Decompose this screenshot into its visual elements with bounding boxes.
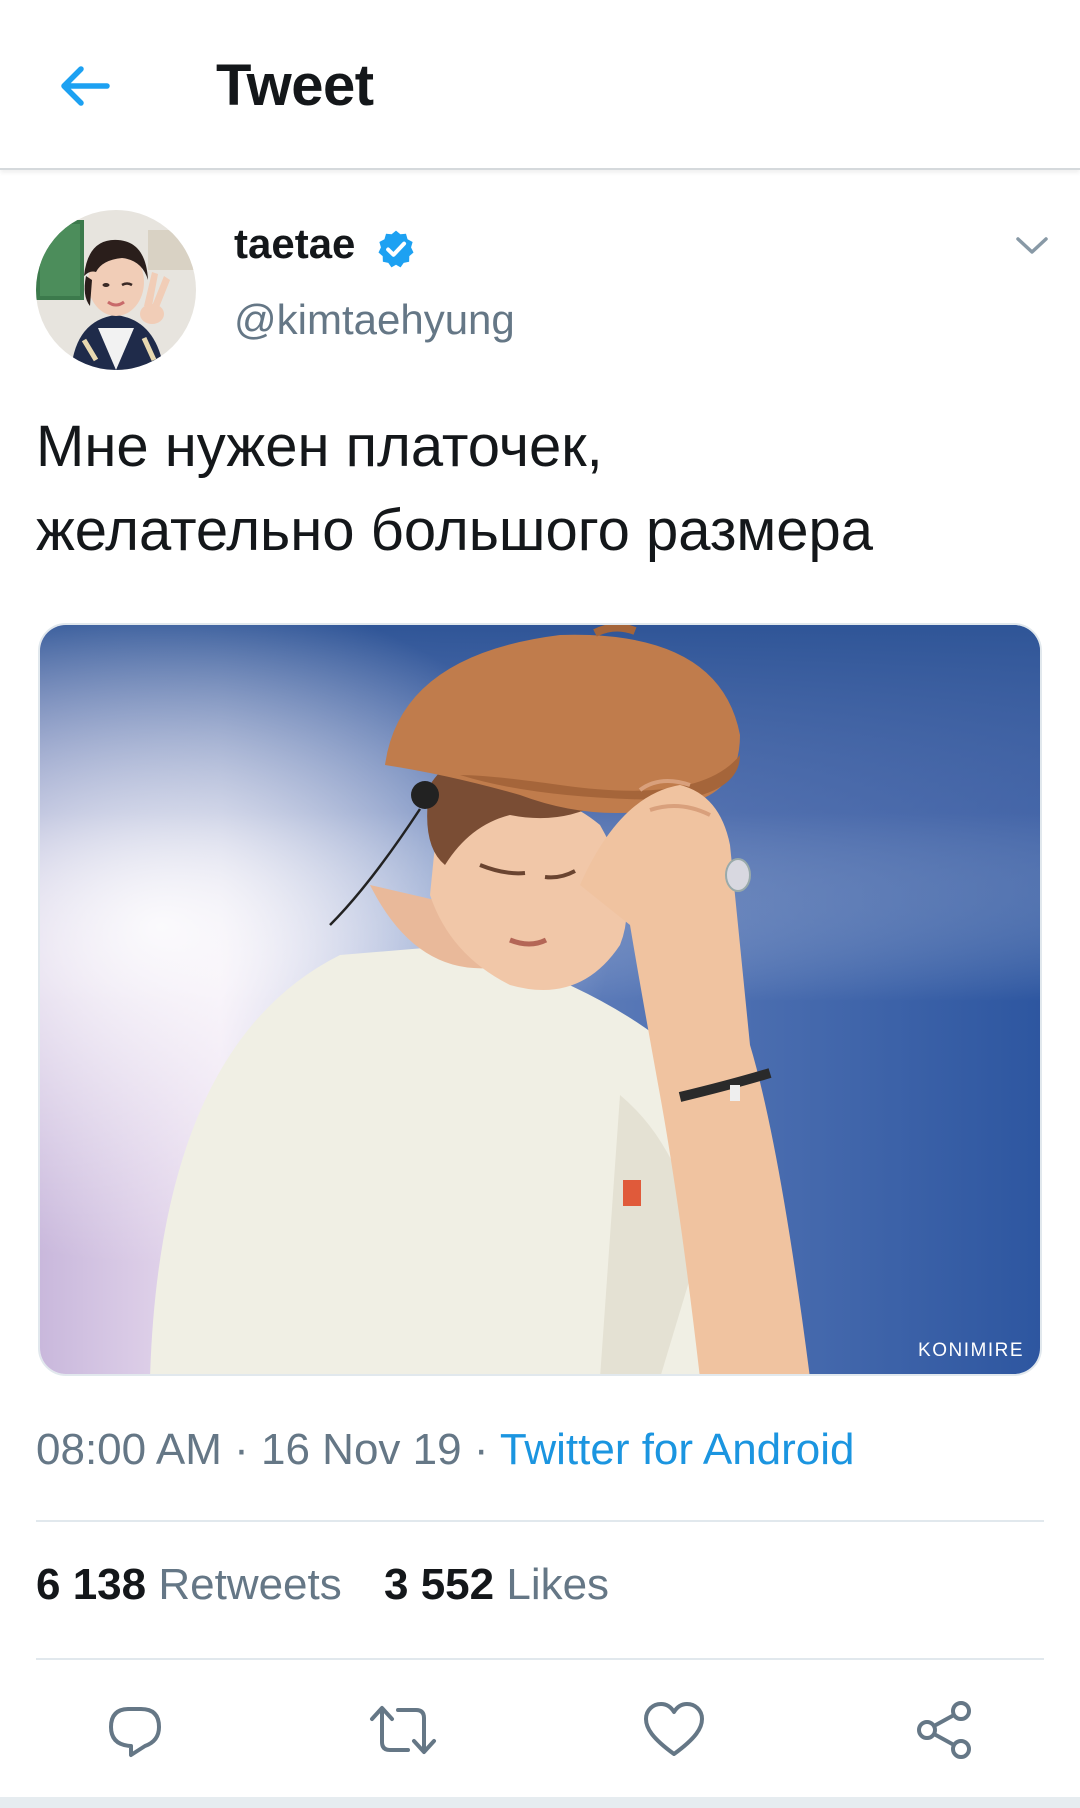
arrow-left-icon — [61, 66, 110, 106]
top-app-bar: Tweet — [0, 0, 1080, 170]
tweet-menu-button[interactable] — [1004, 226, 1060, 266]
author-display-name[interactable]: taetae — [234, 220, 355, 268]
likes-count: 3 552 — [384, 1560, 495, 1609]
bottom-separator — [0, 1797, 1080, 1808]
tweet-date: 16 Nov 19 — [261, 1425, 462, 1474]
likes-stat[interactable]: 3 552 Likes — [384, 1560, 609, 1610]
tweet-source-link[interactable]: Twitter for Android — [500, 1425, 855, 1474]
divider — [36, 1658, 1044, 1660]
retweets-count: 6 138 — [36, 1560, 147, 1609]
share-icon — [917, 1701, 971, 1759]
retweet-icon — [370, 1706, 436, 1754]
likes-label: Likes — [506, 1560, 610, 1609]
chevron-down-icon — [1016, 237, 1048, 254]
tweet-stats: 6 138 Retweets 3 552 Likes — [36, 1560, 639, 1610]
share-button[interactable] — [905, 1690, 985, 1770]
verified-badge-icon — [378, 230, 414, 268]
divider — [36, 1520, 1044, 1522]
retweets-stat[interactable]: 6 138 Retweets — [36, 1560, 342, 1610]
tweet-time: 08:00 AM — [36, 1425, 222, 1474]
photo-watermark: KONIMIRE — [918, 1340, 1024, 1361]
tweet-meta: 08:00 AM · 16 Nov 19 · Twitter for Andro… — [36, 1425, 855, 1475]
meta-separator: · — [221, 1425, 262, 1474]
back-button[interactable] — [48, 50, 120, 122]
tweet-text: Мне нужен платочек, желательно большого … — [36, 414, 874, 563]
tweet-photo[interactable]: KONIMIRE — [38, 623, 1042, 1376]
heart-icon — [644, 1702, 704, 1756]
action-bar — [0, 1690, 1080, 1770]
retweet-button[interactable] — [363, 1690, 443, 1770]
like-button[interactable] — [634, 1690, 714, 1770]
reply-icon — [109, 1707, 161, 1757]
page-title: Tweet — [216, 53, 374, 118]
reply-button[interactable] — [95, 1690, 175, 1770]
retweets-label: Retweets — [158, 1560, 342, 1609]
author-handle[interactable]: @kimtaehyung — [234, 296, 515, 344]
meta-separator: · — [461, 1425, 500, 1474]
avatar[interactable] — [36, 210, 196, 370]
